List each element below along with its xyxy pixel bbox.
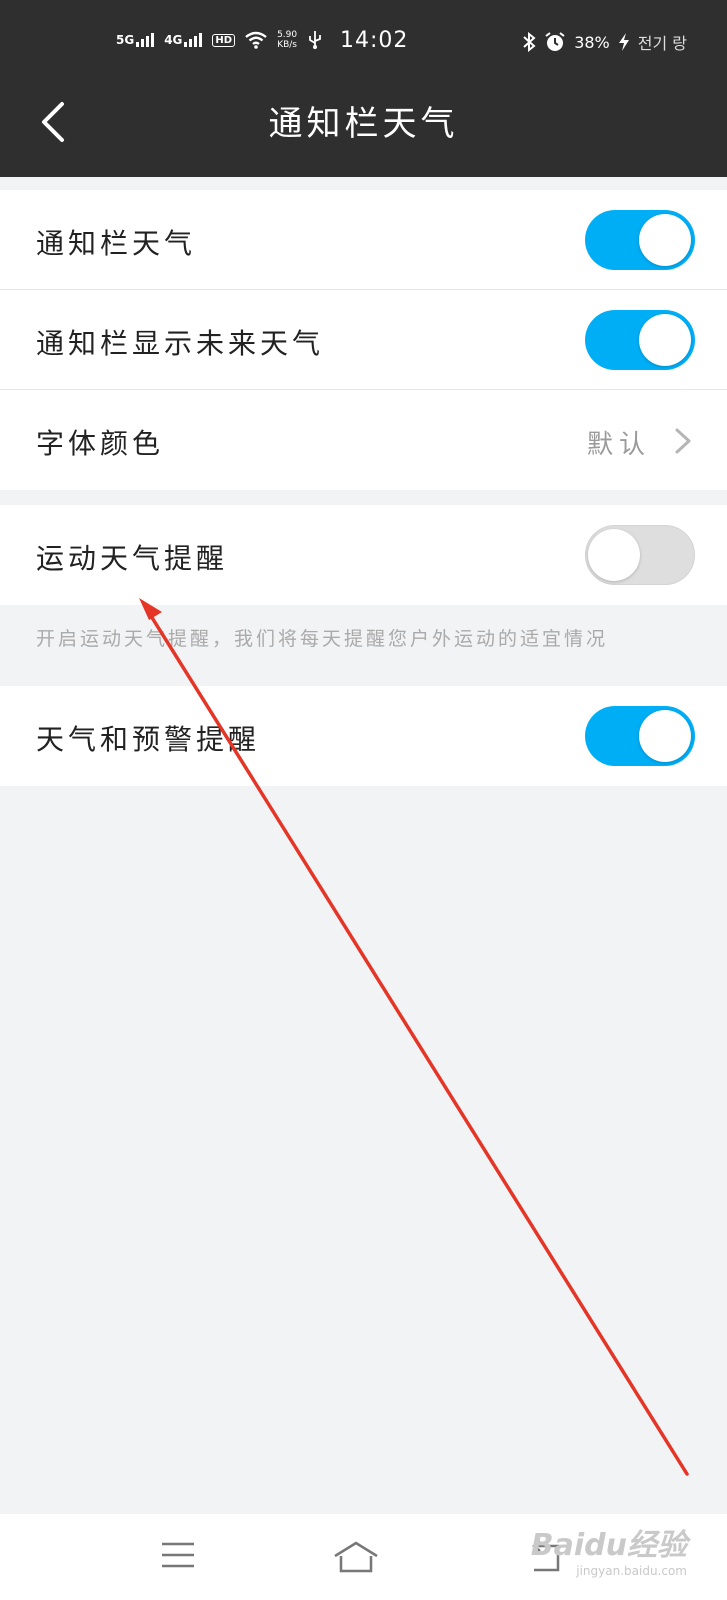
weather-warning-toggle[interactable] — [585, 706, 695, 766]
setting-row-sport-weather[interactable]: 运动天气提醒 — [0, 505, 727, 605]
usb-icon — [309, 31, 322, 49]
signal-bars-icon — [136, 33, 155, 47]
carrier-label: 전기 랑 — [637, 34, 687, 53]
menu-icon[interactable] — [160, 1540, 196, 1570]
toggle-knob — [639, 214, 691, 266]
setting-label: 运动天气提醒 — [36, 542, 229, 575]
notification-weather-toggle[interactable] — [585, 210, 695, 270]
network-speed: 5.90 KB/s — [277, 30, 297, 50]
status-bar: 5G 4G HD 5.90 KB/s 14:02 38% 전기 랑 — [0, 26, 727, 60]
toggle-knob — [639, 710, 691, 762]
toggle-knob — [588, 529, 640, 581]
notification-settings-group: 通知栏天气 通知栏显示未来天气 字体颜色 默认 — [0, 190, 727, 490]
hd-badge: HD — [212, 33, 236, 47]
alarm-icon — [545, 32, 565, 51]
watermark-brand: Baidu经验 — [530, 1528, 687, 1563]
signal-bars-icon — [184, 33, 203, 47]
charging-icon — [618, 33, 629, 51]
home-icon[interactable] — [332, 1540, 380, 1574]
net-type-4g: 4G — [164, 33, 183, 47]
sport-weather-toggle[interactable] — [585, 525, 695, 585]
signal-4g: 4G — [164, 33, 203, 47]
future-weather-toggle[interactable] — [585, 310, 695, 370]
setting-row-future-weather[interactable]: 通知栏显示未来天气 — [0, 290, 727, 390]
wifi-icon — [245, 31, 267, 49]
sport-weather-group: 运动天气提醒 — [0, 505, 727, 605]
setting-label: 通知栏天气 — [36, 227, 197, 260]
warning-group: 天气和预警提醒 — [0, 686, 727, 786]
signal-5g: 5G — [116, 33, 155, 47]
setting-row-font-color[interactable]: 字体颜色 默认 — [0, 390, 727, 490]
battery-level: 38% — [574, 32, 610, 52]
chevron-right-icon — [675, 428, 691, 454]
setting-label: 天气和预警提醒 — [36, 723, 261, 756]
watermark-url: jingyan.baidu.com — [576, 1564, 687, 1578]
setting-label: 字体颜色 — [36, 427, 165, 460]
title-bar: 5G 4G HD 5.90 KB/s 14:02 38% 전기 랑 通知栏天气 — [0, 0, 727, 177]
setting-row-weather-warning[interactable]: 天气和预警提醒 — [0, 686, 727, 786]
setting-label: 通知栏显示未来天气 — [36, 327, 325, 360]
clock: 14:02 — [340, 28, 409, 53]
setting-row-notification-weather[interactable]: 通知栏天气 — [0, 190, 727, 290]
bluetooth-icon — [523, 32, 536, 52]
net-type-5g: 5G — [116, 33, 135, 47]
speed-unit: KB/s — [277, 40, 297, 50]
page-title: 通知栏天气 — [268, 104, 459, 144]
sport-weather-hint: 开启运动天气提醒，我们将每天提醒您户外运动的适宜情况 — [36, 628, 609, 650]
font-color-value: 默认 — [586, 430, 651, 460]
baidu-watermark: Baidu经验 jingyan.baidu.com — [531, 1520, 687, 1578]
toggle-knob — [639, 314, 691, 366]
speed-value: 5.90 — [277, 30, 298, 40]
